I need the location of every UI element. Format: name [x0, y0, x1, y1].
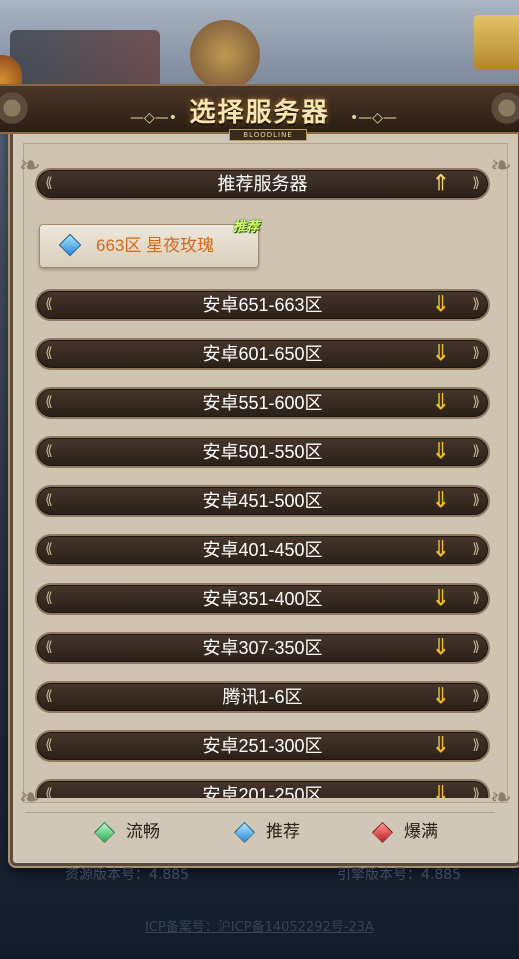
row-ornament-icon: ⟫ [472, 443, 480, 459]
chevron-down-icon[interactable]: ⇓ [432, 441, 450, 463]
server-group-row[interactable]: ⟪ 安卓451-500区 ⇓ ⟫ [35, 485, 490, 517]
server-group-row[interactable]: ⟪ 安卓601-650区 ⇓ ⟫ [35, 338, 490, 370]
server-group-label: 安卓201-250区 [202, 785, 323, 798]
server-group-row[interactable]: ⟪ 安卓401-450区 ⇓ ⟫ [35, 534, 490, 566]
server-group-label: 安卓551-600区 [202, 393, 323, 413]
status-recommended-icon [58, 233, 82, 257]
chevron-down-icon[interactable]: ⇓ [432, 343, 450, 365]
legend-label: 爆满 [404, 822, 438, 842]
server-group-label: 安卓251-300区 [202, 736, 323, 756]
server-group-row[interactable]: ⟪ 安卓651-663区 ⇓ ⟫ [35, 289, 490, 321]
server-group-row[interactable]: ⟪ 安卓351-400区 ⇓ ⟫ [35, 583, 490, 615]
server-group-label: 安卓501-550区 [202, 442, 323, 462]
legend-item-smooth: 流畅 [93, 819, 160, 845]
blue-diamond-icon [233, 821, 256, 843]
row-ornament-icon: ⟫ [472, 786, 480, 798]
chevron-down-icon[interactable]: ⇓ [432, 490, 450, 512]
background-gold-button [474, 15, 519, 70]
server-group-row[interactable]: ⟪ 安卓201-250区 ⇓ ⟫ [35, 779, 490, 798]
legend-item-recommended: 推荐 [233, 819, 300, 845]
server-group-label: 安卓651-663区 [202, 295, 323, 315]
row-ornament-icon: ⟫ [472, 688, 480, 704]
row-ornament-icon: ⟫ [472, 296, 480, 312]
server-group-row[interactable]: ⟪ 安卓307-350区 ⇓ ⟫ [35, 632, 490, 664]
featured-server-button[interactable]: 663区 星夜玫瑰 [39, 224, 259, 268]
server-group-row[interactable]: ⟪ 安卓551-600区 ⇓ ⟫ [35, 387, 490, 419]
row-ornament-icon: ⟫ [472, 345, 480, 361]
server-group-label: 腾讯1-6区 [222, 687, 303, 707]
green-diamond-icon [93, 821, 116, 843]
background-character [190, 20, 260, 90]
server-group-row[interactable]: ⟪ 安卓501-550区 ⇓ ⟫ [35, 436, 490, 468]
row-ornament-icon: ⟫ [472, 541, 480, 557]
chevron-up-icon[interactable]: ⇑ [432, 173, 450, 195]
chevron-down-icon[interactable]: ⇓ [432, 392, 450, 414]
chevron-down-icon[interactable]: ⇓ [432, 539, 450, 561]
title-subtitle: BLOODLINE [229, 129, 307, 141]
resource-version: 资源版本号：4.885 [65, 867, 190, 883]
corner-ornament-icon: ❧ [490, 783, 512, 813]
row-ornament-icon: ⟫ [472, 175, 480, 191]
recommended-badge: 推荐 [233, 220, 260, 235]
icp-link[interactable]: ICP备案号：沪ICP备14052292号-23A [0, 916, 519, 935]
chevron-down-icon[interactable]: ⇓ [432, 588, 450, 610]
chevron-down-icon[interactable]: ⇓ [432, 686, 450, 708]
engine-version: 引擎版本号：4.885 [337, 867, 462, 883]
featured-server-name: 663区 星夜玫瑰 [96, 236, 215, 255]
server-group-row[interactable]: ⟪ 腾讯1-6区 ⇓ ⟫ [35, 681, 490, 713]
corner-ornament-icon: ❧ [490, 151, 512, 181]
server-group-label: 安卓601-650区 [202, 344, 323, 364]
chevron-down-icon[interactable]: ⇓ [432, 637, 450, 659]
row-ornament-icon: ⟫ [472, 394, 480, 410]
recommended-header-label: 推荐服务器 [217, 174, 308, 194]
legend-label: 推荐 [266, 822, 300, 842]
background-logo [10, 30, 160, 90]
chevron-down-icon[interactable]: ⇓ [432, 784, 450, 799]
chevron-down-icon[interactable]: ⇓ [432, 294, 450, 316]
server-group-row[interactable]: ⟪ 安卓251-300区 ⇓ ⟫ [35, 730, 490, 762]
row-ornament-icon: ⟫ [472, 737, 480, 753]
recommended-servers-header[interactable]: ⟪ 推荐服务器 ⇑ ⟫ [35, 168, 490, 200]
row-ornament-icon: ⟫ [472, 492, 480, 508]
status-legend: 流畅 推荐 爆满 [25, 812, 495, 851]
server-group-label: 安卓307-350区 [202, 638, 323, 658]
server-group-label: 安卓451-500区 [202, 491, 323, 511]
legend-label: 流畅 [126, 822, 160, 842]
chevron-down-icon[interactable]: ⇓ [432, 735, 450, 757]
row-ornament-icon: ⟫ [472, 590, 480, 606]
row-ornament-icon: ⟫ [472, 639, 480, 655]
page-title: 选择服务器 [189, 98, 330, 128]
red-diamond-icon [371, 821, 394, 843]
legend-item-full: 爆满 [371, 819, 438, 845]
server-group-label: 安卓351-400区 [202, 589, 323, 609]
server-group-label: 安卓401-450区 [202, 540, 323, 560]
